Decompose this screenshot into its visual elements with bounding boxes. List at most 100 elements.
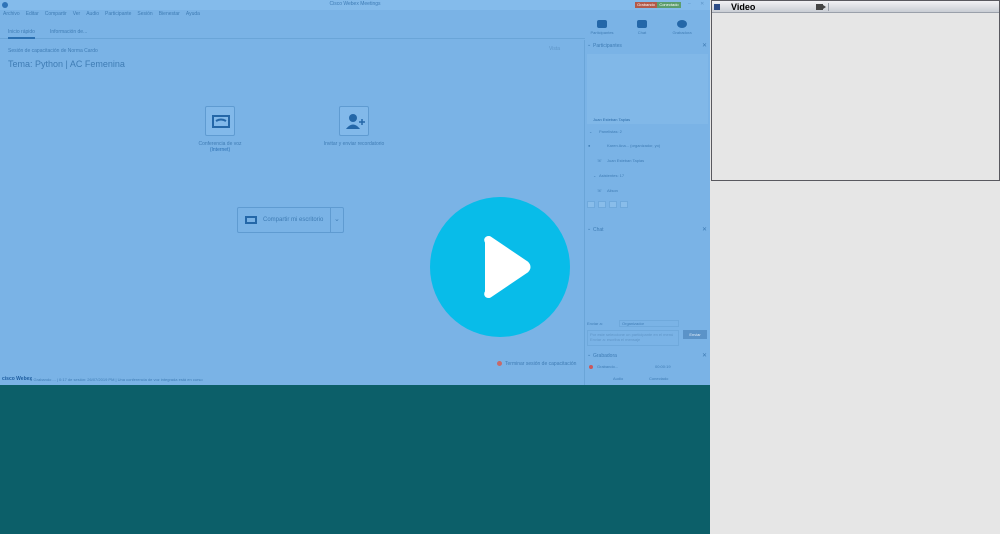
- chevron-down-icon: ⌄: [593, 173, 597, 178]
- menu-sesion[interactable]: Sesión: [137, 11, 152, 21]
- chat-icon: [637, 20, 647, 28]
- menu-bienestar[interactable]: Bienestar: [159, 11, 180, 21]
- menu-ver[interactable]: Ver: [73, 11, 81, 21]
- monitor-icon: [245, 216, 257, 224]
- list-item[interactable]: ☏ Alison: [585, 186, 709, 196]
- close-icon[interactable]: ✕: [702, 226, 707, 233]
- video-window-header[interactable]: Video: [712, 1, 999, 13]
- menu-participante[interactable]: Participante: [105, 11, 131, 21]
- video-window: Video: [711, 0, 1000, 181]
- recording-badge: Grabando: [635, 2, 657, 8]
- voice-conference-button[interactable]: Conferencia de voz (Internet): [185, 106, 255, 153]
- list-item[interactable]: ☏ Juan Esteban Tapias: [585, 156, 709, 166]
- panel-toggle-bar: Participantes Chat Grabadora: [585, 20, 710, 40]
- screen: Cisco Webex Meetings Grabando Conectado …: [0, 0, 1000, 534]
- session-topic: Tema: Python | AC Femenina: [8, 59, 125, 69]
- recorder-status: Grabando...: [597, 364, 619, 369]
- audio-status[interactable]: Audio: [613, 376, 623, 381]
- recorder-toggle-button[interactable]: Grabadora: [668, 20, 696, 35]
- panelists-header-label: Panelistas: 2: [599, 129, 622, 134]
- share-desktop-button[interactable]: Compartir mi escritorio ⌄: [237, 207, 344, 233]
- play-button[interactable]: [430, 197, 570, 337]
- menu-bar: Archivo Editar Compartir Ver Audio Parti…: [0, 11, 200, 21]
- menu-compartir[interactable]: Compartir: [45, 11, 67, 21]
- panel-status-bar: Audio Conectado: [587, 375, 709, 384]
- chat-toggle-button[interactable]: Chat: [628, 20, 656, 35]
- chevron-down-icon: ⌄: [587, 352, 592, 358]
- check-icon[interactable]: [598, 201, 606, 208]
- chevron-down-icon[interactable]: ⌄: [334, 215, 340, 223]
- participant-video-thumbnail: Juan Esteban Tapias: [587, 54, 708, 124]
- camera-icon[interactable]: [816, 4, 826, 10]
- window-title: Cisco Webex Meetings: [329, 1, 381, 7]
- invite-button[interactable]: Invitar y enviar recordatorio: [309, 106, 399, 147]
- teal-background: [0, 385, 710, 534]
- mute-icon[interactable]: [587, 201, 595, 208]
- attendees-header-label: Asistentes: 17: [599, 173, 625, 178]
- cisco-webex-logo: cisco Webex: [2, 376, 33, 382]
- participant-name: Alison: [607, 188, 618, 193]
- recorder-row: Grabando... 00:00:19: [587, 362, 707, 372]
- divider: [828, 3, 829, 11]
- window-icon: [714, 4, 720, 10]
- play-icon: [484, 236, 531, 298]
- share-desktop-label: Compartir mi escritorio: [263, 217, 324, 223]
- voice-conference-sub[interactable]: (Internet): [185, 147, 255, 153]
- add-user-icon: [339, 106, 369, 136]
- chat-panel-header[interactable]: ⌄ Chat ✕: [585, 225, 709, 235]
- send-to-label: Enviar a:: [587, 321, 603, 326]
- participants-icon: [597, 20, 607, 28]
- connection-status: Conectado: [649, 376, 669, 381]
- view-button[interactable]: Vista: [549, 46, 560, 52]
- chevron-down-icon: ⌄: [587, 42, 592, 48]
- recorder-toggle-label: Grabadora: [672, 30, 692, 35]
- recorder-panel-header[interactable]: ⌄ Grabadora ✕: [585, 351, 709, 361]
- menu-audio[interactable]: Audio: [86, 11, 99, 21]
- more-icon[interactable]: [620, 201, 628, 208]
- chevron-down-icon: ⌄: [589, 129, 593, 134]
- close-icon[interactable]: ✕: [702, 42, 707, 49]
- record-dot-icon: [589, 365, 593, 369]
- recorder-time: 00:00:19: [655, 364, 671, 369]
- chat-toggle-label: Chat: [637, 30, 647, 35]
- webex-window: Cisco Webex Meetings Grabando Conectado …: [0, 0, 710, 385]
- send-to-select[interactable]: Organizador: [619, 320, 679, 327]
- menu-archivo[interactable]: Archivo: [3, 11, 20, 21]
- participant-name: Juan Esteban Tapias: [607, 158, 645, 163]
- end-session-icon: [497, 361, 502, 367]
- chat-header-label: Chat: [593, 227, 604, 233]
- menu-editar[interactable]: Editar: [26, 11, 39, 21]
- chat-input[interactable]: Por este seleccione un participante en e…: [587, 330, 679, 346]
- close-icon[interactable]: ✕: [702, 352, 707, 359]
- side-panel: ⌄ Participantes ✕ Juan Esteban Tapias ⌄ …: [584, 40, 710, 385]
- connected-badge: Conectado: [657, 2, 681, 8]
- end-session-label: Terminar sesión de capacitación: [505, 361, 577, 367]
- video-window-title: Video: [731, 2, 756, 12]
- recorder-header-label: Grabadora: [593, 353, 617, 359]
- status-text: ● Grabando ... | 0:17 de sesión: 26/07/2…: [30, 377, 203, 382]
- tab-inicio-rapido[interactable]: Inicio rápido: [8, 29, 35, 39]
- participants-toggle-label: Participantes: [590, 30, 614, 35]
- chat-messages: [587, 236, 708, 318]
- panelists-group[interactable]: ⌄ Panelistas: 2: [585, 127, 709, 137]
- chevron-down-icon: ⌄: [587, 226, 592, 232]
- phone-icon: ☏: [597, 158, 603, 163]
- send-button[interactable]: Enviar: [683, 330, 707, 339]
- session-subtitle: Sesión de capacitación de Norma Cardo: [8, 48, 98, 54]
- divider: [330, 208, 331, 232]
- end-session-link[interactable]: Terminar sesión de capacitación: [497, 361, 576, 367]
- participants-toggle-button[interactable]: Participantes: [588, 20, 616, 35]
- attendees-group[interactable]: ⌄ Asistentes: 17: [585, 171, 709, 181]
- participants-panel-header[interactable]: ⌄ Participantes ✕: [585, 41, 709, 51]
- menu-ayuda[interactable]: Ayuda: [186, 11, 200, 21]
- window-controls[interactable]: – ✕: [688, 1, 708, 7]
- title-bar: Cisco Webex Meetings Grabando Conectado …: [0, 0, 710, 10]
- status-bar: cisco Webex ● Grabando ... | 0:17 de ses…: [0, 375, 585, 385]
- host-icon: ●: [588, 143, 591, 148]
- phone-icon: [205, 106, 235, 136]
- video-participant-name: Juan Esteban Tapias: [593, 117, 631, 122]
- close-icon[interactable]: [609, 201, 617, 208]
- list-item[interactable]: ● Karen Ana... (organizador, yo): [585, 141, 709, 151]
- tab-bar: Inicio rápido Información de...: [0, 27, 585, 39]
- tab-informacion[interactable]: Información de...: [50, 29, 87, 35]
